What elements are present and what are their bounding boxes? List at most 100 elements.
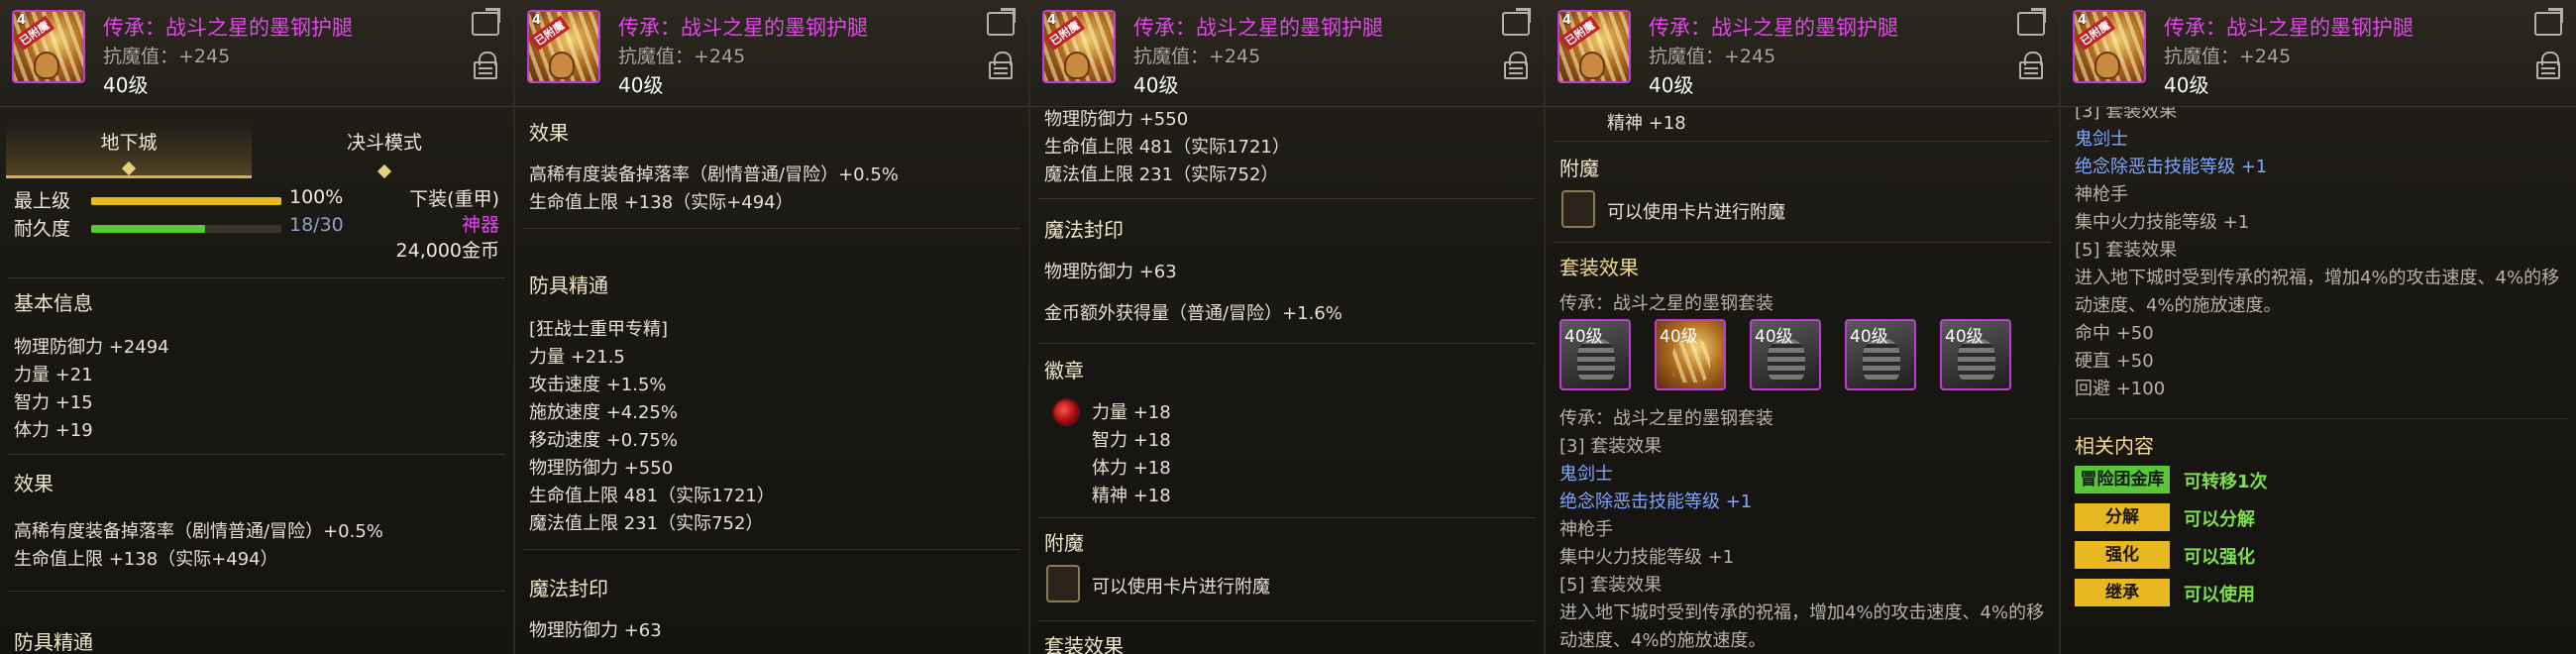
set-effect-line: 集中火力技能等级 +1: [1559, 547, 1735, 568]
section-title-set: 套装效果: [1559, 256, 1639, 279]
durability-value: 18/30: [289, 214, 344, 236]
share-icon[interactable]: [472, 12, 499, 36]
tooltip-panel-5: 4 已附魔 传承：战斗之星的墨钢护腿 抗魔值：+245 40级 [3] 套装效果鬼…: [2061, 0, 2576, 654]
grade-value: 100%: [289, 186, 344, 208]
set-piece-level: 40级: [1564, 327, 1603, 347]
icon-level: 4: [1047, 13, 1057, 28]
set-effect-line: [3] 套装效果: [1559, 436, 1663, 457]
set-piece-icon[interactable]: 40级: [1750, 319, 1821, 390]
related-action-button[interactable]: 冒险团金库: [2075, 466, 2170, 493]
related-action-text: 可以分解: [2184, 509, 2255, 530]
related-action-button[interactable]: 分解: [2075, 503, 2170, 531]
set-effect-line: 进入地下城时受到传承的祝福，增加4%的攻击速度、4%的移: [1559, 602, 2045, 623]
seal-line: 物理防御力 +63: [529, 620, 662, 641]
section-title-emblem: 徽章: [1044, 359, 1084, 382]
set-effect-line: [3] 套装效果: [2075, 107, 2178, 122]
divider: [1038, 198, 1536, 199]
effect-line: 生命值上限 +138（实际+494）: [529, 192, 794, 213]
rarity: 神器: [461, 214, 499, 236]
related-action-button[interactable]: 强化: [2075, 541, 2170, 569]
tab-duel[interactable]: 决斗模式: [262, 123, 507, 179]
set-piece-icon[interactable]: 40级: [1655, 319, 1726, 390]
set-piece-level: 40级: [1660, 327, 1698, 347]
icon-level: 4: [17, 13, 27, 28]
item-name: 传承：战斗之星的墨钢护腿: [1649, 16, 1898, 40]
item-icon: 4 已附魔: [1042, 10, 1116, 83]
tab-label: 地下城: [100, 132, 158, 154]
card-slot-icon[interactable]: [1046, 565, 1080, 602]
tab-dungeon[interactable]: 地下城: [6, 123, 252, 178]
section-title-basic: 基本信息: [14, 291, 93, 315]
emblem-line: 智力 +18: [1092, 430, 1171, 451]
mode-tabs: 地下城 决斗模式: [6, 123, 509, 179]
item-icon: 4 已附魔: [12, 10, 85, 83]
tooltip-panel-4: 4 已附魔 传承：战斗之星的墨钢护腿 抗魔值：+245 40级 精神 +18 附魔…: [1546, 0, 2061, 654]
item-level: 40级: [1649, 73, 1694, 97]
enchant-text: 可以使用卡片进行附魔: [1092, 577, 1270, 598]
set-name: 传承：战斗之星的墨钢套装: [1559, 293, 1773, 314]
tab-label: 决斗模式: [346, 132, 422, 154]
item-header: 4 已附魔 传承：战斗之星的墨钢护腿 抗魔值：+245 40级: [1546, 0, 2059, 107]
durability-bar: [91, 225, 281, 233]
seal-line: 物理防御力 +63: [1044, 262, 1177, 282]
item-resist: 抗魔值：+245: [103, 46, 231, 67]
mastery-line: 力量 +21.5: [529, 347, 625, 368]
durability-label: 耐久度: [14, 218, 71, 240]
set-effect-line: 硬直 +50: [2075, 351, 2154, 372]
set-piece-level: 40级: [1850, 327, 1888, 347]
grade-bar-fill: [91, 197, 281, 205]
share-icon[interactable]: [2534, 12, 2562, 36]
divider: [523, 228, 1020, 229]
section-title-effect: 效果: [529, 121, 569, 145]
price: 24,000金币: [395, 240, 499, 262]
item-name: 传承：战斗之星的墨钢护腿: [618, 16, 868, 40]
mastery-line: [狂战士重甲专精]: [529, 319, 669, 340]
tooltip-body: 物理防御力 +550 生命值上限 481（实际1721） 魔法值上限 231（实…: [1030, 107, 1544, 654]
set-piece-icon[interactable]: 40级: [1940, 319, 2011, 390]
effect-line: 高稀有度装备掉落率（剧情普通/冒险）+0.5%: [529, 164, 899, 185]
stat-line: 物理防御力 +2494: [14, 337, 169, 358]
stat-line: 体力 +19: [14, 420, 93, 441]
set-piece-level: 40级: [1755, 327, 1793, 347]
card-slot-icon[interactable]: [1561, 190, 1595, 228]
item-icon: 4 已附魔: [527, 10, 600, 83]
set-effect-line: 动速度、4%的施放速度。: [1559, 630, 1767, 651]
share-icon[interactable]: [2017, 12, 2045, 36]
set-effect-line: 集中火力技能等级 +1: [2075, 212, 2250, 233]
share-icon[interactable]: [987, 12, 1015, 36]
set-effect-line: 鬼剑士: [2075, 129, 2128, 150]
section-title-related: 相关内容: [2075, 434, 2154, 458]
set-piece-icon[interactable]: 40级: [1559, 319, 1631, 390]
related-action-text: 可以使用: [2184, 585, 2255, 605]
divider: [2069, 418, 2568, 419]
set-effect-line: 绝念除恶击技能等级 +1: [1559, 491, 1753, 512]
divider: [1038, 517, 1536, 518]
stat-line: 力量 +21: [14, 365, 93, 385]
related-action-button[interactable]: 继承: [2075, 579, 2170, 606]
lock-icon[interactable]: [2019, 52, 2043, 79]
lock-icon[interactable]: [989, 52, 1013, 79]
divider: [1038, 343, 1536, 344]
seal-line: 金币额外获得量（普通/冒险）+1.6%: [1044, 303, 1342, 324]
item-level: 40级: [1133, 73, 1179, 97]
item-resist: 抗魔值：+245: [1133, 46, 1261, 67]
lock-icon[interactable]: [1504, 52, 1528, 79]
emblem-line: 精神 +18: [1607, 113, 1686, 134]
divider: [8, 277, 505, 278]
lock-icon[interactable]: [474, 52, 497, 79]
divider: [523, 549, 1020, 550]
set-piece-icon[interactable]: 40级: [1845, 319, 1916, 390]
item-icon: 4 已附魔: [1557, 10, 1631, 83]
icon-level: 4: [1562, 13, 1572, 28]
set-effect-line: 进入地下城时受到传承的祝福，增加4%的攻击速度、4%的移: [2075, 268, 2560, 288]
item-level: 40级: [618, 73, 664, 97]
tab-marker-icon: [121, 161, 137, 176]
mastery-line: 攻击速度 +1.5%: [529, 375, 667, 395]
share-icon[interactable]: [1502, 12, 1530, 36]
tooltip-body: 精神 +18 附魔 可以使用卡片进行附魔 套装效果 传承：战斗之星的墨钢套装 4…: [1546, 107, 2059, 654]
section-title-seal: 魔法封印: [529, 577, 608, 600]
tooltip-body: [3] 套装效果 鬼剑士 绝念除恶击技能等级 +1 神枪手 集中火力技能等级 +1 [5]…: [2061, 107, 2576, 654]
lock-icon[interactable]: [2536, 52, 2560, 79]
emblem-line: 力量 +18: [1092, 402, 1171, 423]
item-resist: 抗魔值：+245: [1649, 46, 1776, 67]
